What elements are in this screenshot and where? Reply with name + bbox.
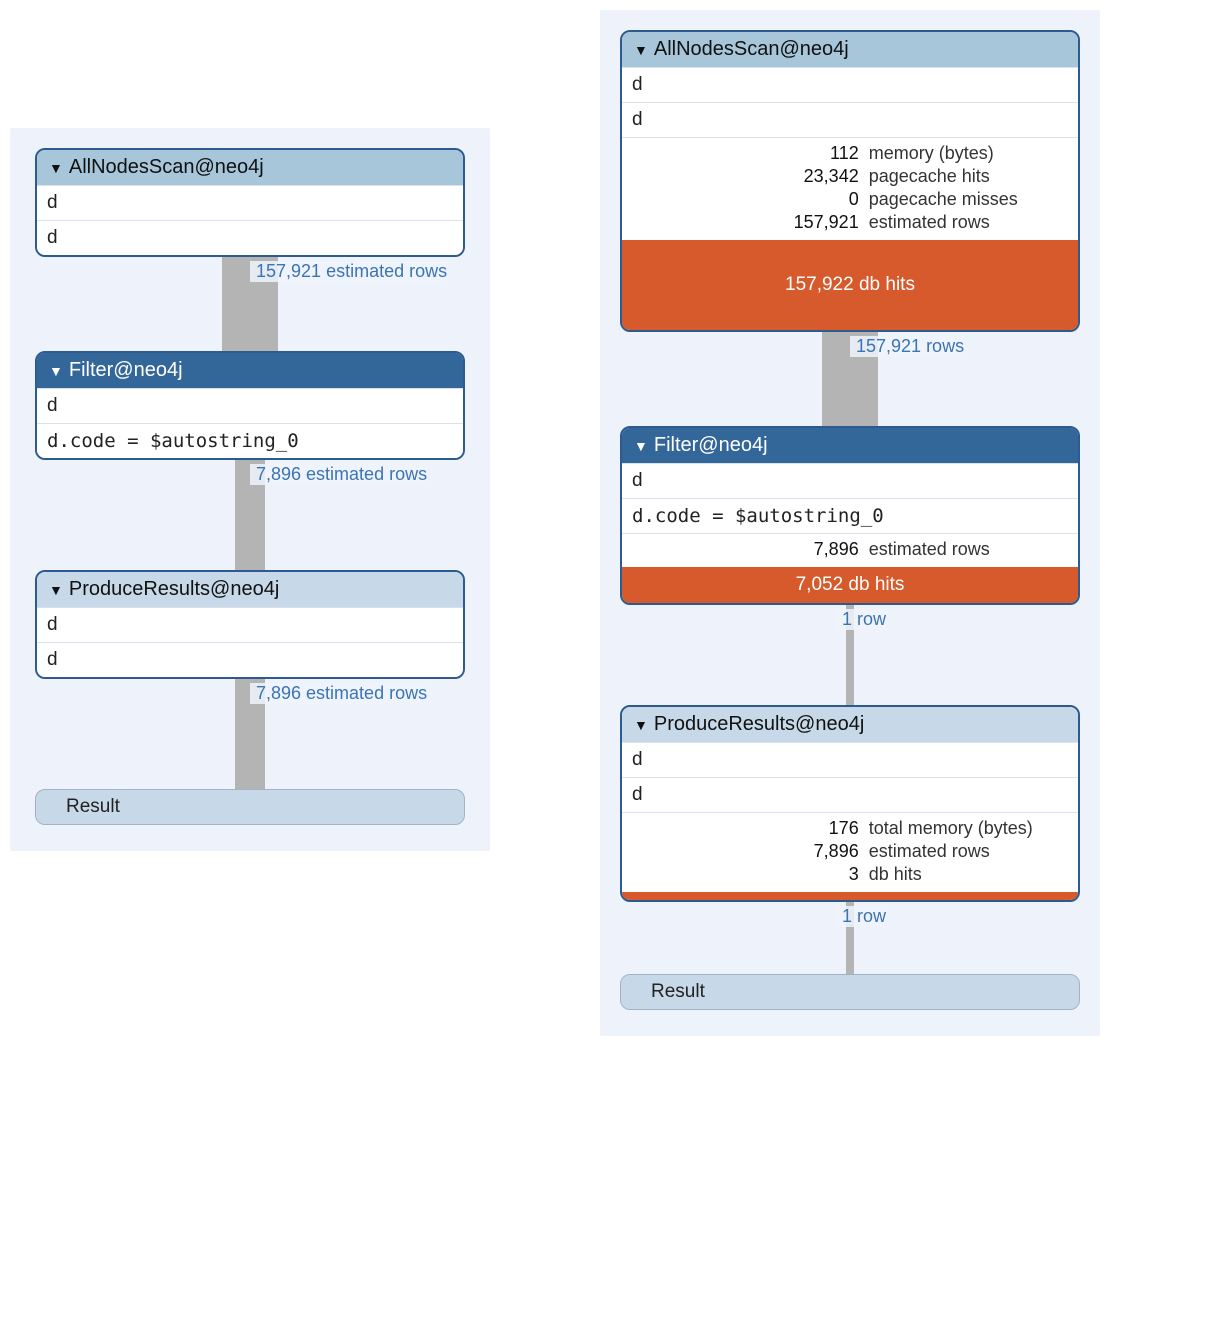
node-title: ProduceResults@neo4j [654,713,864,736]
stat-value: 112 [632,143,859,164]
node-identifier: d [37,388,463,423]
edge-label: 157,921 rows [850,336,964,357]
edge: 1 row [846,902,854,974]
stat-label: estimated rows [869,841,990,862]
stat-value: 7,896 [632,539,859,560]
node-header[interactable]: ▼ AllNodesScan@neo4j [37,150,463,185]
edge: 7,896 estimated rows [235,679,265,789]
edge: 157,921 rows [822,332,878,426]
edge: 7,896 estimated rows [235,460,265,570]
node-header[interactable]: ▼ ProduceResults@neo4j [37,572,463,607]
stat-value: 7,896 [632,841,859,862]
stat-label: total memory (bytes) [869,818,1033,839]
plan-node-produceresults[interactable]: ▼ ProduceResults@neo4j d d 176 total memo… [620,705,1080,902]
node-title: AllNodesScan@neo4j [69,156,264,179]
collapse-icon: ▼ [49,583,63,597]
collapse-icon: ▼ [49,161,63,175]
edge-label: 7,896 estimated rows [250,683,427,704]
stat-label: memory (bytes) [869,143,994,164]
stat-label: pagecache misses [869,189,1018,210]
stat-value: 176 [632,818,859,839]
stat-label: pagecache hits [869,166,990,187]
db-hits-bar: 7,052 db hits [622,567,1078,603]
plan-node-produceresults[interactable]: ▼ ProduceResults@neo4j d d [35,570,465,679]
edge-label: 7,896 estimated rows [250,464,427,485]
edge-label: 1 row [836,906,886,927]
node-identifier: d [622,102,1078,137]
node-identifier: d [37,607,463,642]
node-header[interactable]: ▼ ProduceResults@neo4j [622,707,1078,742]
result-node: Result [35,789,465,825]
node-title: ProduceResults@neo4j [69,578,279,601]
node-identifier: d [622,742,1078,777]
node-stats: 176 total memory (bytes) 7,896 estimated r… [622,812,1078,892]
result-node: Result [620,974,1080,1010]
node-stats: 112 memory (bytes) 23,342 pagecache hits 0… [622,137,1078,240]
db-hits-bar: 157,922 db hits [622,240,1078,330]
stat-label: estimated rows [869,539,990,560]
plan-node-allnodesscan[interactable]: ▼ AllNodesScan@neo4j d d 112 memory (byte… [620,30,1080,332]
edge-label: 157,921 estimated rows [250,261,447,282]
plan-column: ▼ AllNodesScan@neo4j d d 157,921 estimat… [28,148,472,825]
edge-label: 1 row [836,609,886,630]
node-expression: d.code = $autostring_0 [622,498,1078,533]
node-identifier: d [622,777,1078,812]
node-title: Filter@neo4j [69,359,183,382]
node-header[interactable]: ▼ Filter@neo4j [622,428,1078,463]
db-hits-text: 157,922 db hits [785,274,915,296]
node-identifier: d [622,463,1078,498]
node-header[interactable]: ▼ AllNodesScan@neo4j [622,32,1078,67]
node-stats: 7,896 estimated rows [622,533,1078,567]
stat-value: 3 [632,864,859,885]
stat-label: estimated rows [869,212,990,233]
edge: 1 row [846,605,854,705]
node-title: Filter@neo4j [654,434,768,457]
edge: 157,921 estimated rows [222,257,278,351]
stat-value: 23,342 [632,166,859,187]
left-query-plan-panel: ▼ AllNodesScan@neo4j d d 157,921 estimat… [10,128,490,851]
collapse-icon: ▼ [634,439,648,453]
collapse-icon: ▼ [634,718,648,732]
node-title: AllNodesScan@neo4j [654,38,849,61]
node-header[interactable]: ▼ Filter@neo4j [37,353,463,388]
collapse-icon: ▼ [634,43,648,57]
plan-node-filter[interactable]: ▼ Filter@neo4j d d.code = $autostring_0 … [620,426,1080,605]
node-identifier: d [37,642,463,677]
node-expression: d.code = $autostring_0 [37,423,463,458]
node-identifier: d [37,185,463,220]
stat-label: db hits [869,864,922,885]
db-hits-bar [622,892,1078,900]
right-query-plan-panel: ▼ AllNodesScan@neo4j d d 112 memory (byte… [600,10,1100,1036]
node-identifier: d [37,220,463,255]
stat-value: 0 [632,189,859,210]
collapse-icon: ▼ [49,364,63,378]
plan-node-allnodesscan[interactable]: ▼ AllNodesScan@neo4j d d [35,148,465,257]
plan-column: ▼ AllNodesScan@neo4j d d 112 memory (byte… [618,30,1082,1010]
db-hits-text: 7,052 db hits [796,574,905,596]
plan-node-filter[interactable]: ▼ Filter@neo4j d d.code = $autostring_0 [35,351,465,460]
node-identifier: d [622,67,1078,102]
stat-value: 157,921 [632,212,859,233]
